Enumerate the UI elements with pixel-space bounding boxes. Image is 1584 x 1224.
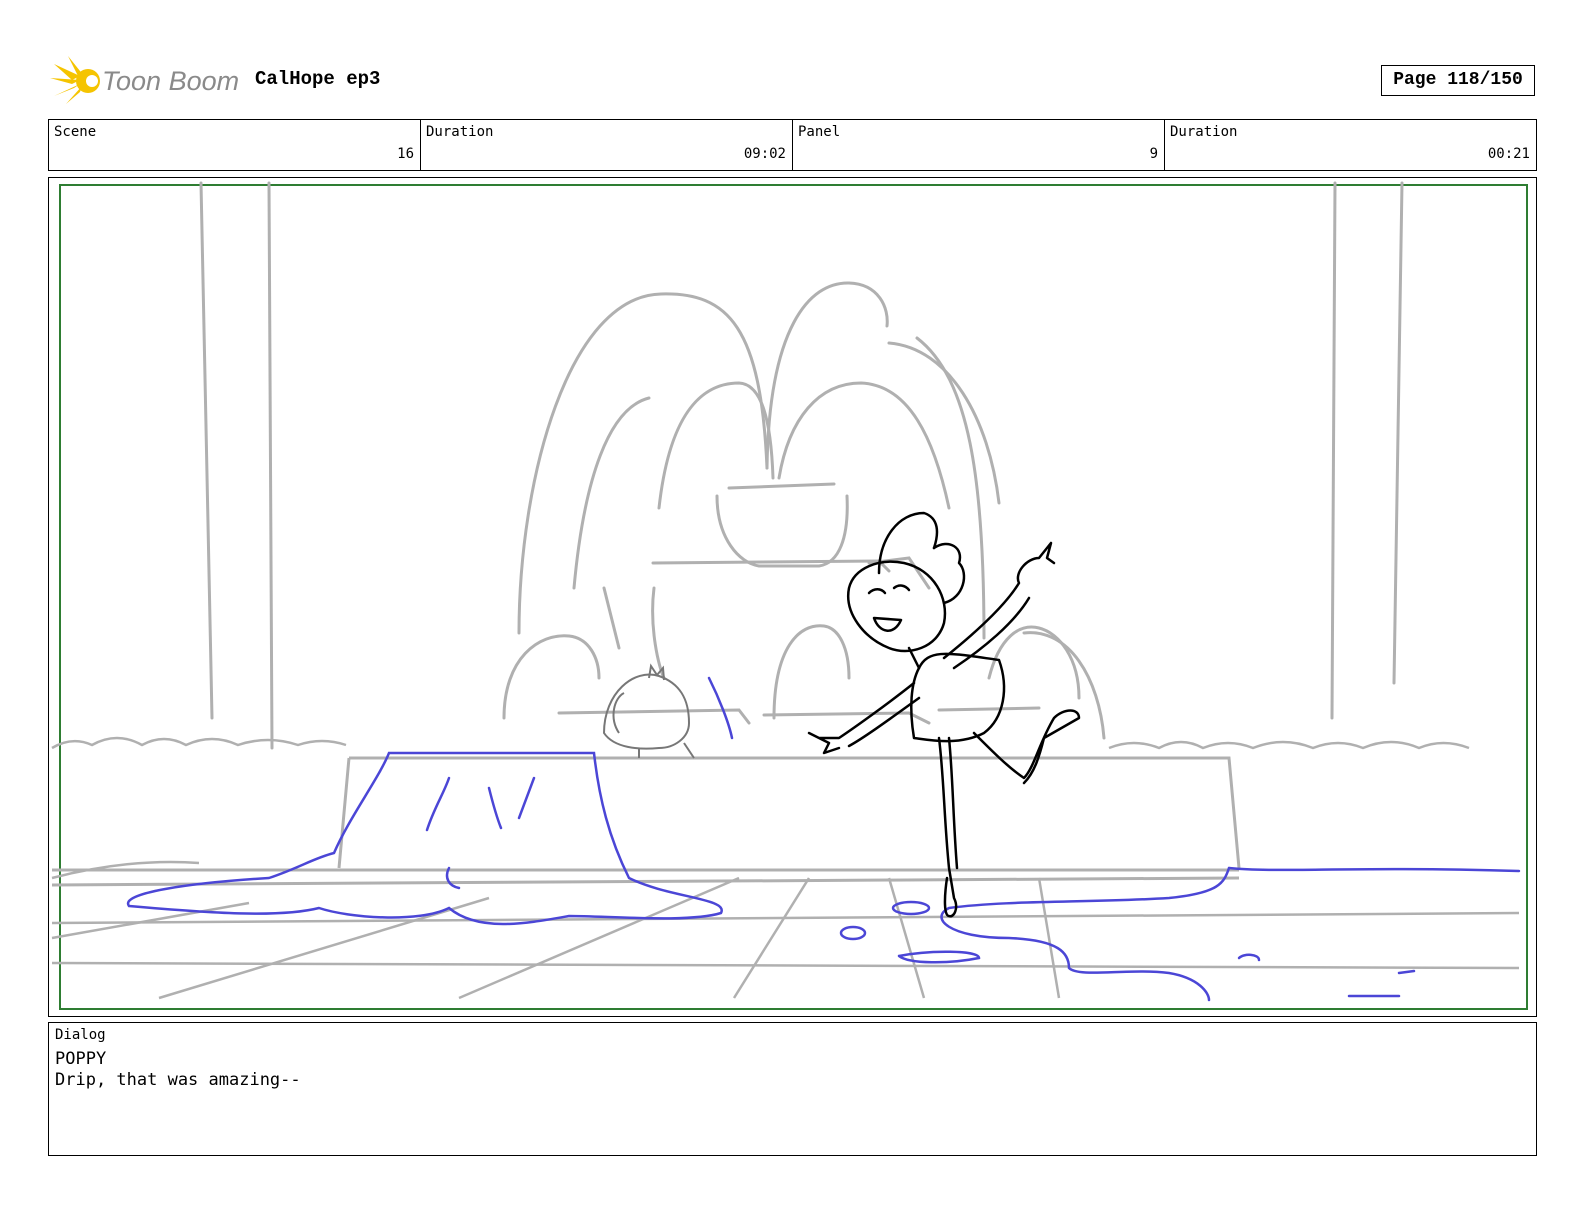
page-indicator: Page 118/150 [1381,65,1535,96]
scene-duration-value: 09:02 [743,146,786,162]
project-title: CalHope ep3 [255,68,381,90]
scene-label: Scene [54,124,97,140]
panel-value: 9 [1149,146,1158,162]
panel-label: Panel [798,124,841,140]
storyboard-sketch [51,181,1528,1010]
panel-duration-label: Duration [1170,124,1238,140]
scene-duration-label: Duration [426,124,494,140]
starburst-icon [50,56,100,104]
toon-boom-logo: Toon Boom [50,52,240,110]
panel-duration-value: 00:21 [1487,146,1530,162]
fountain [502,281,1106,740]
bushes [51,736,1470,750]
fountain-base [51,756,1241,887]
dialog-line: Drip, that was amazing-- [55,1070,301,1090]
panel-duration-cell: Duration 00:21 [1165,120,1536,170]
background-pillars [199,181,1404,750]
safe-frame [59,184,1528,1010]
panel-info-row: Scene 16 Duration 09:02 Panel 9 Duration… [48,119,1537,171]
dialog-box: Dialog POPPY Drip, that was amazing-- [48,1022,1537,1156]
scene-duration-cell: Duration 09:02 [421,120,793,170]
storyboard-panel [48,177,1537,1017]
scene-value: 16 [397,146,414,162]
logo-text: Toon Boom [102,66,239,96]
water-spill [126,676,1521,1002]
dialog-label: Dialog [55,1027,106,1043]
panel-cell: Panel 9 [793,120,1165,170]
dialog-speaker: POPPY [55,1049,107,1069]
scene-cell: Scene 16 [49,120,421,170]
